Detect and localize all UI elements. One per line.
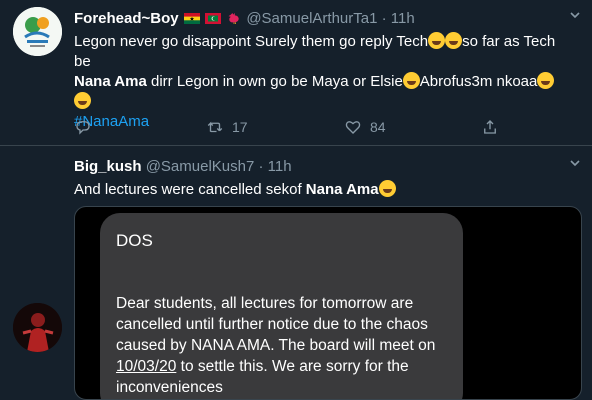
like-button[interactable]: 84 (344, 115, 386, 139)
user-handle[interactable]: @SamuelArthurTa1 (246, 10, 377, 27)
sms-message: Dear students, all lectures for tomorrow… (116, 293, 456, 398)
display-name[interactable]: Forehead~Boy (74, 10, 179, 27)
share-button[interactable] (481, 115, 499, 139)
share-icon (484, 120, 496, 134)
retweet-button[interactable]: 17 (206, 115, 248, 139)
joy-emoji-icon (402, 72, 420, 89)
reply-button[interactable] (74, 115, 100, 139)
retweet-count: 17 (232, 119, 248, 135)
tweet-header: Big_kush @SamuelKush7 · 11h (74, 157, 292, 177)
maldives-flag-icon (204, 13, 221, 24)
tweet-text-part: And lectures were cancelled sekof (74, 181, 306, 198)
rooster-icon (228, 13, 239, 24)
tweet-text-part: dirr Legon in own go be Maya or Elsie (146, 73, 403, 90)
joy-emoji-icon (428, 32, 446, 49)
tweet-text-part: Legon never go disappoint Surely them go… (74, 33, 429, 50)
retweet-icon (207, 121, 223, 133)
ghana-flag-icon (183, 13, 200, 24)
like-icon (345, 121, 361, 134)
separator-dot: · (258, 158, 264, 175)
tweet-actions: 17 84 (74, 115, 574, 139)
mention-bold: Nana Ama (74, 73, 147, 90)
tweet-media-image[interactable]: DOS Dear students, all lectures for tomo… (74, 206, 582, 400)
timestamp[interactable]: 11h (268, 158, 292, 175)
display-name[interactable]: Big_kush (74, 158, 142, 175)
reply-icon (76, 121, 90, 135)
sms-bubble: DOS Dear students, all lectures for tomo… (100, 213, 463, 399)
tweet-text: And lectures were cancelled sekof Nana A… (74, 180, 574, 200)
tweet[interactable]: Forehead~Boy @SamuelArthurTa1 · 11h Lego… (0, 0, 592, 146)
avatar-image (13, 303, 62, 352)
like-count: 84 (370, 119, 386, 135)
tweet-text-part: Abrofus3m nkoaa (419, 73, 538, 90)
chevron-down-icon[interactable] (570, 158, 580, 168)
timestamp[interactable]: 11h (391, 10, 415, 27)
grin-emoji-icon (74, 92, 91, 109)
avatar[interactable] (13, 7, 62, 56)
user-handle[interactable]: @SamuelKush7 (146, 158, 255, 175)
sms-text: Dear students, all lectures for tomorrow… (116, 295, 436, 354)
avatar-image (13, 7, 62, 56)
separator-dot: · (381, 10, 387, 27)
avatar[interactable] (13, 303, 62, 352)
joy-emoji-icon (537, 72, 555, 89)
sms-sender: DOS (116, 231, 153, 250)
mention-bold: Nana Ama (305, 181, 379, 198)
chevron-down-icon[interactable] (570, 10, 580, 20)
sms-date: 10/03/20 (116, 358, 177, 375)
tweet[interactable]: Big_kush @SamuelKush7 · 11h And lectures… (0, 147, 592, 400)
joy-emoji-icon (378, 180, 396, 197)
joy-emoji-icon (445, 32, 463, 49)
tweet-header: Forehead~Boy @SamuelArthurTa1 · 11h (74, 9, 415, 29)
